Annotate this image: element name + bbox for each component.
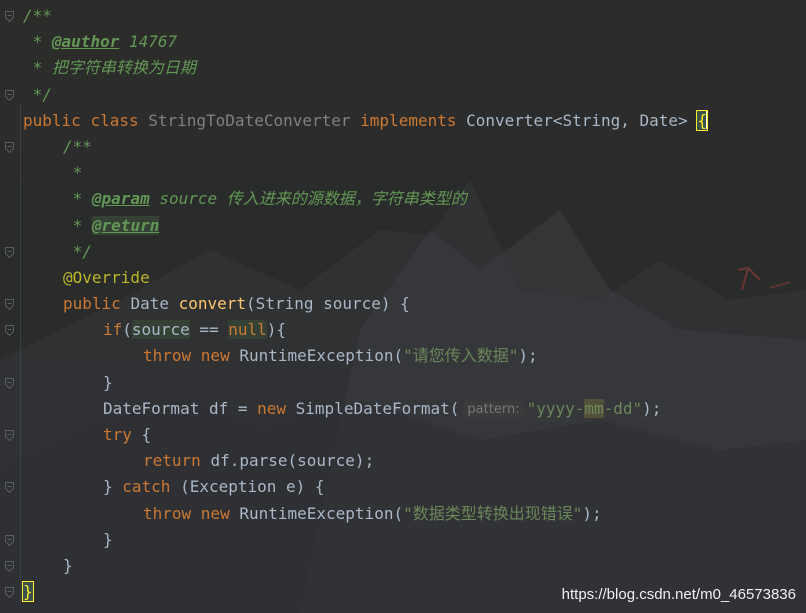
- code-token: DateFormat df =: [103, 398, 258, 418]
- fold-marker-icon[interactable]: [5, 89, 14, 101]
- code-token: -dd": [603, 398, 643, 418]
- code-token: RuntimeException(: [239, 503, 404, 523]
- code-area[interactable]: /** * @author 14767 * 把字符串转换为日期 */ public…: [5, 3, 708, 605]
- fold-marker-icon[interactable]: [5, 246, 14, 258]
- code-line[interactable]: * @param source 传入进来的源数据，字符串类型的: [23, 186, 708, 212]
- code-line[interactable]: throw new RuntimeException("数据类型转换出现错误")…: [23, 501, 708, 527]
- code-line[interactable]: return df.parse(source);: [23, 448, 708, 474]
- fold-marker-icon[interactable]: [5, 141, 14, 153]
- code-token: }: [22, 581, 34, 603]
- code-token: Date: [130, 294, 179, 314]
- code-token: catch: [122, 477, 181, 497]
- watermark-url: https://blog.csdn.net/m0_46573836: [561, 586, 796, 603]
- code-token: return: [143, 451, 211, 471]
- code-line[interactable]: */: [5, 82, 708, 108]
- code-token: * 把字符串转换为日期: [23, 58, 196, 78]
- code-token: new: [257, 398, 296, 418]
- code-token: implements: [360, 110, 467, 130]
- code-token: */: [63, 241, 92, 261]
- code-token: *: [63, 163, 83, 183]
- fold-marker-icon[interactable]: [5, 430, 14, 441]
- code-token: {: [141, 425, 152, 444]
- parameter-hint: pattern:: [463, 400, 524, 419]
- fold-marker-icon[interactable]: [5, 299, 14, 311]
- code-token: /**: [23, 6, 52, 25]
- code-token: ==: [189, 320, 229, 340]
- fold-marker-icon[interactable]: [5, 560, 14, 572]
- fold-marker-icon[interactable]: [5, 482, 14, 494]
- code-token: 传入进来的源数据，字符串类型的: [217, 189, 467, 209]
- code-token: throw: [143, 503, 201, 523]
- code-token: @Override: [63, 267, 150, 287]
- code-line[interactable]: * @return: [23, 213, 708, 239]
- code-token: @param: [91, 189, 150, 209]
- code-token: */: [23, 84, 52, 104]
- code-line[interactable]: }: [5, 370, 708, 396]
- code-token: "yyyy-: [526, 398, 585, 418]
- code-line[interactable]: public Date convert(String source) {: [5, 291, 708, 317]
- code-line[interactable]: } catch (Exception e) {: [5, 474, 708, 500]
- code-token: df.parse(source);: [210, 451, 375, 471]
- code-line[interactable]: }: [5, 527, 708, 553]
- code-line[interactable]: *: [23, 160, 708, 186]
- code-token: source: [131, 320, 190, 340]
- code-token: (: [122, 320, 132, 340]
- code-token: *: [23, 32, 52, 52]
- code-line[interactable]: if(source == null){: [5, 317, 708, 343]
- code-token: *: [63, 189, 92, 209]
- code-token: 14767: [119, 32, 178, 52]
- code-line[interactable]: DateFormat df = new SimpleDateFormat(pat…: [23, 396, 708, 422]
- code-token: public: [63, 294, 131, 314]
- code-line[interactable]: * @author 14767: [23, 29, 708, 55]
- code-token: }: [63, 555, 73, 575]
- fold-marker-icon[interactable]: [5, 11, 14, 22]
- fold-marker-icon[interactable]: [5, 587, 14, 599]
- code-token: @return: [91, 215, 160, 235]
- code-token: );: [642, 398, 662, 418]
- code-token: if: [103, 320, 123, 340]
- code-line[interactable]: }: [5, 553, 708, 579]
- code-token: convert: [178, 294, 247, 314]
- code-token: /**: [63, 136, 92, 156]
- code-token: "数据类型转换出现错误": [403, 503, 583, 523]
- code-line[interactable]: /**: [5, 134, 708, 160]
- code-token: StringToDateConverter: [148, 110, 361, 130]
- code-token: @author: [51, 32, 120, 52]
- code-line[interactable]: public class StringToDateConverter imple…: [23, 108, 708, 134]
- code-line[interactable]: /**: [5, 3, 708, 29]
- code-token: ){: [266, 320, 287, 340]
- code-token: }: [103, 529, 113, 549]
- code-token: SimpleDateFormat(: [295, 398, 460, 418]
- code-token: (String source) {: [246, 294, 410, 314]
- code-token: new: [200, 346, 240, 366]
- code-line[interactable]: * 把字符串转换为日期: [23, 55, 708, 81]
- text-caret: [705, 110, 708, 129]
- code-token: *: [63, 215, 92, 235]
- code-token: new: [200, 503, 240, 523]
- code-token: class: [90, 110, 149, 130]
- code-line[interactable]: try {: [5, 422, 708, 448]
- code-line[interactable]: @Override: [23, 265, 708, 291]
- code-token: }: [103, 477, 123, 497]
- code-token: try: [103, 425, 142, 444]
- code-token: );: [518, 346, 538, 366]
- code-token: source: [149, 189, 218, 209]
- fold-marker-icon[interactable]: [5, 377, 14, 389]
- code-token: }: [103, 372, 113, 392]
- code-line[interactable]: throw new RuntimeException("请您传入数据");: [23, 343, 708, 369]
- code-line[interactable]: */: [5, 239, 708, 265]
- code-editor[interactable]: /** * @author 14767 * 把字符串转换为日期 */ public…: [0, 0, 806, 613]
- code-token: mm: [584, 398, 604, 418]
- code-token: "请您传入数据": [403, 346, 519, 366]
- code-token: null: [228, 320, 267, 340]
- code-token: (Exception e) {: [180, 477, 325, 497]
- code-token: RuntimeException(: [239, 346, 404, 366]
- code-token: throw: [143, 346, 201, 366]
- fold-marker-icon[interactable]: [5, 534, 14, 546]
- code-token: Converter<String, Date>: [466, 110, 698, 130]
- gutter-divider: [20, 104, 21, 604]
- code-token: public: [23, 110, 91, 130]
- code-token: );: [582, 503, 602, 523]
- fold-marker-icon[interactable]: [5, 325, 14, 337]
